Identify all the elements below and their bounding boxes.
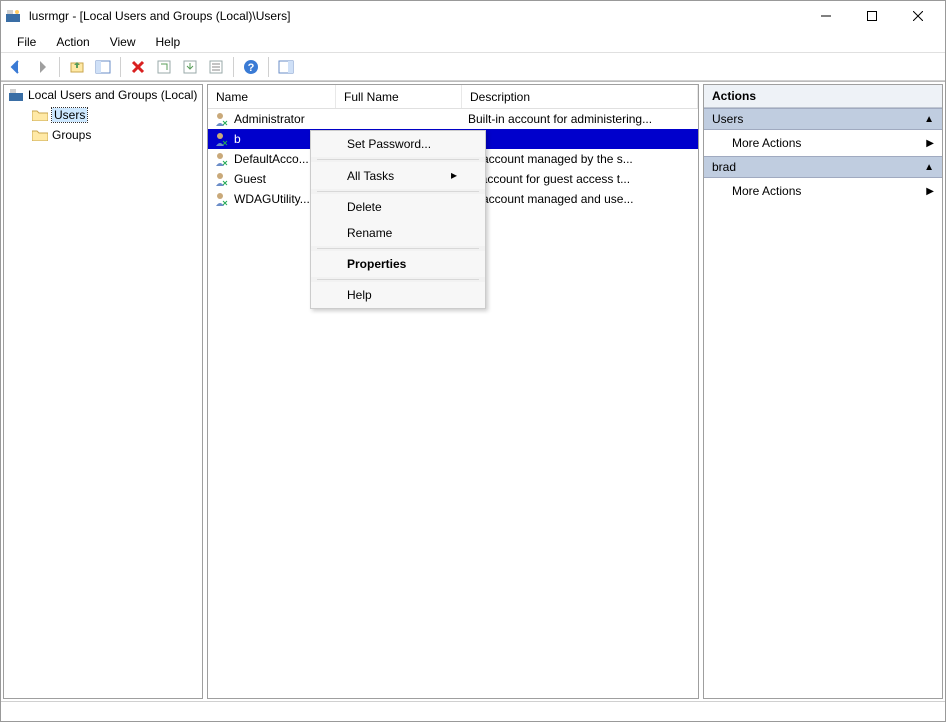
folder-icon — [32, 107, 48, 123]
maximize-button[interactable] — [849, 1, 895, 31]
ctx-separator — [317, 191, 479, 192]
ctx-delete[interactable]: Delete — [311, 194, 485, 220]
submenu-icon: ▶ — [926, 186, 934, 197]
forward-button[interactable] — [31, 56, 53, 78]
user-icon — [214, 171, 230, 187]
delete-button[interactable] — [127, 56, 149, 78]
console-tree[interactable]: Local Users and Groups (Local) Users Gro… — [3, 84, 203, 699]
cell-description — [462, 129, 698, 149]
status-bar — [1, 701, 945, 721]
actions-section-label: brad — [712, 160, 736, 174]
user-icon — [214, 151, 230, 167]
minimize-button[interactable] — [803, 1, 849, 31]
actions-more-users[interactable]: More Actions ▶ — [704, 130, 942, 156]
cell-description: er account managed by the s... — [462, 149, 698, 169]
submenu-icon: ▶ — [926, 138, 934, 149]
ctx-separator — [317, 248, 479, 249]
actions-title: Actions — [704, 85, 942, 108]
cell-name: Administrator — [208, 109, 336, 129]
ctx-separator — [317, 279, 479, 280]
show-hide-action-pane-button[interactable] — [275, 56, 297, 78]
menu-action[interactable]: Action — [46, 32, 99, 52]
cell-description: in account for guest access t... — [462, 169, 698, 189]
tree-root[interactable]: Local Users and Groups (Local) — [4, 85, 202, 105]
properties-button[interactable] — [205, 56, 227, 78]
tree-root-label: Local Users and Groups (Local) — [28, 88, 197, 102]
show-hide-console-tree-button[interactable] — [92, 56, 114, 78]
actions-item-label: More Actions — [732, 136, 801, 150]
actions-section-user[interactable]: brad ▲ — [704, 156, 942, 178]
table-row[interactable]: Administrator Built-in account for admini… — [208, 109, 698, 129]
col-header-description[interactable]: Description — [462, 85, 698, 108]
menu-help[interactable]: Help — [146, 32, 191, 52]
actions-item-label: More Actions — [732, 184, 801, 198]
cell-description: Built-in account for administering... — [462, 109, 698, 129]
ctx-rename[interactable]: Rename — [311, 220, 485, 246]
actions-section-users[interactable]: Users ▲ — [704, 108, 942, 130]
back-button[interactable] — [5, 56, 27, 78]
user-icon — [214, 111, 230, 127]
help-button[interactable]: ? — [240, 56, 262, 78]
menu-view[interactable]: View — [100, 32, 146, 52]
toolbar: ? — [1, 53, 945, 81]
menu-bar: File Action View Help — [1, 31, 945, 53]
svg-text:?: ? — [248, 62, 255, 74]
cell-description: er account managed and use... — [462, 189, 698, 209]
ctx-help[interactable]: Help — [311, 282, 485, 308]
ctx-all-tasks[interactable]: All Tasks▸ — [311, 162, 485, 189]
col-header-fullname[interactable]: Full Name — [336, 85, 462, 108]
computer-icon — [8, 87, 24, 103]
folder-icon — [32, 127, 48, 143]
title-bar: lusrmgr - [Local Users and Groups (Local… — [1, 1, 945, 31]
menu-file[interactable]: File — [7, 32, 46, 52]
user-icon — [214, 131, 230, 147]
tree-item-users[interactable]: Users — [4, 105, 202, 125]
ctx-properties[interactable]: Properties — [311, 251, 485, 277]
actions-more-user[interactable]: More Actions ▶ — [704, 178, 942, 204]
tree-item-label: Users — [52, 108, 87, 122]
export-list-button[interactable] — [179, 56, 201, 78]
actions-section-label: Users — [712, 112, 743, 126]
tree-item-label: Groups — [52, 128, 91, 142]
user-icon — [214, 191, 230, 207]
window-title: lusrmgr - [Local Users and Groups (Local… — [27, 9, 803, 23]
up-button[interactable] — [66, 56, 88, 78]
tree-item-groups[interactable]: Groups — [4, 125, 202, 145]
col-header-name[interactable]: Name — [208, 85, 336, 108]
ctx-set-password[interactable]: Set Password... — [311, 131, 485, 157]
list-header: Name Full Name Description — [208, 85, 698, 109]
context-menu: Set Password... All Tasks▸ Delete Rename… — [310, 130, 486, 309]
refresh-button[interactable] — [153, 56, 175, 78]
collapse-icon: ▲ — [924, 162, 934, 173]
cell-fullname — [336, 109, 462, 129]
actions-pane: Actions Users ▲ More Actions ▶ brad ▲ Mo… — [703, 84, 943, 699]
submenu-icon: ▸ — [451, 168, 457, 183]
app-icon — [5, 8, 21, 24]
collapse-icon: ▲ — [924, 114, 934, 125]
close-button[interactable] — [895, 1, 941, 31]
ctx-separator — [317, 159, 479, 160]
